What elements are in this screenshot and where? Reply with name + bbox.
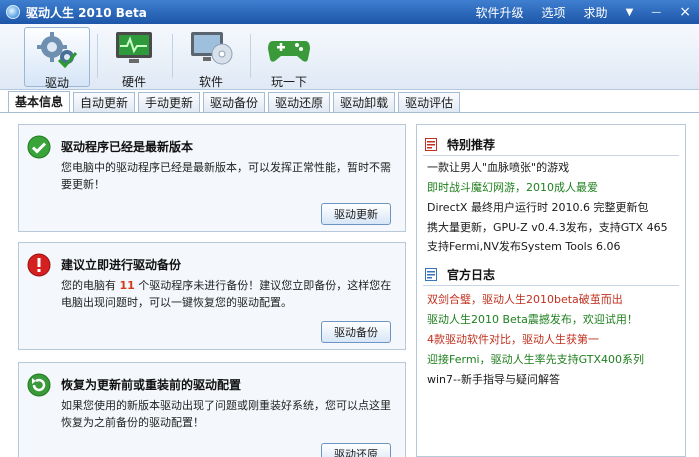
blog-header: 官方日志 (425, 265, 495, 283)
toolbar-hardware-button[interactable]: 硬件 (101, 27, 167, 89)
toolbar-driver-label: 驱动 (44, 76, 69, 90)
recommend-title: 特别推荐 (447, 137, 496, 152)
recommend-link[interactable]: 一款让男人"血脉喷张"的游戏 (427, 159, 569, 175)
blog-icon (425, 267, 437, 281)
blog-link[interactable]: 迎接Fermi，驱动人生率先支持GTX400系列 (427, 351, 644, 367)
toolbar-separator (97, 34, 98, 78)
unbacked-driver-count: 11 (119, 279, 135, 292)
close-button[interactable]: × (679, 4, 691, 20)
check-icon (27, 135, 51, 159)
section-divider (423, 155, 679, 156)
app-logo-icon (6, 5, 20, 19)
tab-bar: 基本信息 自动更新 手动更新 驱动备份 驱动还原 驱动卸载 驱动评估 (8, 91, 463, 113)
card-backup-suggest: 建议立即进行驱动备份 您的电脑有 11 个驱动程序未进行备份！建议您立即备份，这… (18, 242, 406, 350)
recommend-link[interactable]: 携大量更新，GPU-Z v0.4.3发布，支持GTX 465 (427, 219, 668, 235)
card-backup-title: 建议立即进行驱动备份 (61, 258, 182, 272)
tab-driver-restore[interactable]: 驱动还原 (268, 92, 331, 113)
card-latest-text: 您电脑中的驱动程序已经是最新版本，可以发挥正常性能，暂时不需要更新！ (61, 161, 391, 191)
card-restore: 恢复为更新前或重装前的驱动配置 如果您使用的新版本驱动出现了问题或刚重装好系统，… (18, 362, 406, 457)
blog-link[interactable]: 驱动人生2010 Beta震撼发布，欢迎试用！ (427, 311, 638, 327)
restore-icon (27, 373, 51, 397)
blog-link[interactable]: 双剑合璧，驱动人生2010beta破茧而出 (427, 291, 623, 307)
card-backup-text: 您的电脑有 11 个驱动程序未进行备份！建议您立即备份，这样您在电脑出现问题时，… (61, 277, 399, 311)
menu-options[interactable]: 选项 (542, 4, 566, 21)
title-menu: 软件升级 选项 求助 ▼ — × (476, 0, 691, 24)
blog-link[interactable]: 4款驱动软件对比，驱动人生获第一 (427, 331, 599, 347)
news-panel: 特别推荐 一款让男人"血脉喷张"的游戏 即时战斗魔幻网游，2010成人最爱 Di… (416, 124, 686, 457)
toolbar-games-button[interactable]: 玩一下 (256, 27, 322, 89)
driver-update-button[interactable]: 驱动更新 (321, 203, 391, 225)
blog-title: 官方日志 (447, 267, 496, 282)
card-driver-latest: 驱动程序已经是最新版本 您电脑中的驱动程序已经是最新版本，可以发挥正常性能，暂时… (18, 124, 406, 232)
tab-manual-update[interactable]: 手动更新 (138, 92, 201, 113)
recommend-link[interactable]: 即时战斗魔幻网游，2010成人最爱 (427, 179, 598, 195)
blog-link[interactable]: win7--新手指导与疑问解答 (427, 371, 560, 387)
error-icon (27, 253, 51, 277)
toolbar-software-button[interactable]: 软件 (178, 27, 244, 89)
driver-restore-button[interactable]: 驱动还原 (321, 443, 391, 457)
menu-software-upgrade[interactable]: 软件升级 (476, 4, 524, 21)
section-divider (423, 285, 679, 286)
gears-icon (37, 32, 78, 69)
monitor-pulse-icon (116, 32, 152, 63)
minimize-button[interactable]: — (651, 7, 661, 18)
tab-driver-uninstall[interactable]: 驱动卸载 (333, 92, 396, 113)
toolbar-separator (250, 34, 251, 78)
tab-driver-backup[interactable]: 驱动备份 (203, 92, 266, 113)
main-toolbar: 驱动 硬件 软件 玩一下 (0, 24, 699, 90)
dropdown-arrow-icon[interactable]: ▼ (626, 7, 634, 18)
toolbar-software-label: 软件 (198, 75, 223, 89)
card-restore-text: 如果您使用的新版本驱动出现了问题或刚重装好系统，您可以点这里恢复为之前备份的驱动… (61, 399, 391, 429)
monitor-disc-icon (191, 32, 233, 65)
status-panel: 驱动程序已经是最新版本 您电脑中的驱动程序已经是最新版本，可以发挥正常性能，暂时… (10, 118, 410, 457)
toolbar-hardware-label: 硬件 (121, 75, 146, 89)
toolbar-driver-button[interactable]: 驱动 (24, 27, 90, 90)
window-title: 驱动人生 2010 Beta (26, 5, 147, 20)
tab-divider (0, 112, 699, 113)
card-backup-text-before: 您的电脑有 (61, 279, 120, 292)
toolbar-separator (172, 34, 173, 78)
recommend-link[interactable]: 支持Fermi,NV发布System Tools 6.06 (427, 238, 620, 254)
card-latest-title: 驱动程序已经是最新版本 (61, 140, 194, 154)
driver-backup-button[interactable]: 驱动备份 (321, 321, 391, 343)
gamepad-icon (268, 41, 310, 62)
title-bar: 驱动人生 2010 Beta 软件升级 选项 求助 ▼ — × (0, 0, 699, 24)
recommend-link[interactable]: DirectX 最终用户运行时 2010.6 完整更新包 (427, 199, 648, 215)
toolbar-games-label: 玩一下 (270, 75, 307, 89)
card-restore-title: 恢复为更新前或重装前的驱动配置 (61, 378, 242, 392)
recommend-header: 特别推荐 (425, 135, 495, 153)
tab-driver-evaluate[interactable]: 驱动评估 (398, 92, 461, 113)
tab-auto-update[interactable]: 自动更新 (73, 92, 136, 113)
tab-basic-info[interactable]: 基本信息 (8, 91, 71, 113)
document-icon (425, 137, 437, 151)
menu-help[interactable]: 求助 (584, 4, 608, 21)
